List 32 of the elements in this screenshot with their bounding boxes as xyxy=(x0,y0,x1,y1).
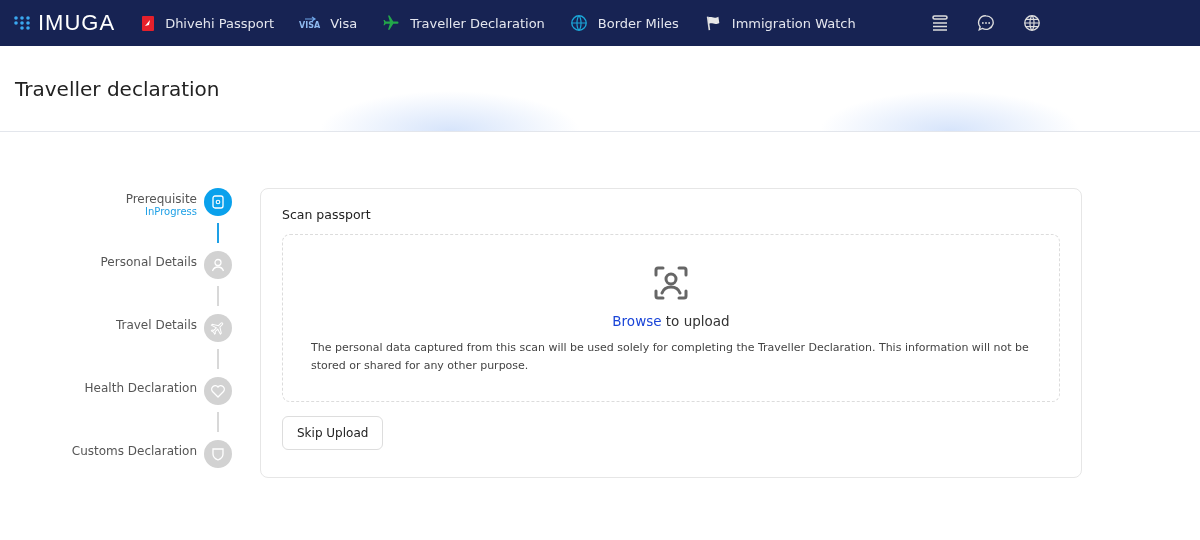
globe-icon xyxy=(569,14,588,32)
nav-link[interactable]: VISA Visa xyxy=(299,15,358,31)
step-circle[interactable] xyxy=(204,440,232,468)
step-label[interactable]: Health Declaration xyxy=(84,381,197,395)
chat-icon[interactable] xyxy=(977,14,995,32)
list-icon[interactable] xyxy=(931,14,949,32)
airplane-icon xyxy=(382,14,401,32)
upload-text: to upload xyxy=(665,313,730,329)
card-title: Scan passport xyxy=(282,207,372,222)
step-circle[interactable] xyxy=(204,188,232,216)
dots-logo-icon xyxy=(14,15,32,31)
step-label[interactable]: Prerequisite xyxy=(125,192,197,206)
step-status: InProgress xyxy=(145,206,197,217)
step-circle[interactable] xyxy=(204,314,232,342)
nav-link[interactable]: Immigration Watch xyxy=(703,14,856,32)
nav-link[interactable]: Border Miles xyxy=(569,14,679,32)
step-circle[interactable] xyxy=(204,377,232,405)
privacy-notice: The personal data captured from this scan will be used solely for completing the Traveller Declaration. This information will not be stored or shared for any other purpose. xyxy=(311,340,1030,374)
browse-link[interactable]: Browse xyxy=(612,313,662,329)
face-scan-icon xyxy=(653,265,689,301)
nav-link[interactable]: Traveller Declaration xyxy=(382,14,545,32)
nav-link[interactable]: Dhivehi Passport xyxy=(141,14,275,32)
step-label[interactable]: Personal Details xyxy=(100,255,197,269)
step-label[interactable]: Travel Details xyxy=(115,318,197,332)
skip-upload-button[interactable]: Skip Upload xyxy=(282,416,384,450)
page-title: Traveller declaration xyxy=(15,76,220,101)
passport-icon xyxy=(141,14,156,32)
step-circle[interactable] xyxy=(204,251,232,279)
upload-dropzone[interactable]: Browse to upload The personal data captured from this scan will be used solely for completing the Traveller Declaration. This information will not be stored or shared for any other purpose. xyxy=(282,234,1060,402)
globe-icon[interactable] xyxy=(1023,14,1041,32)
step-label[interactable]: Customs Declaration xyxy=(71,444,197,458)
brand-name[interactable]: IMUGA xyxy=(38,10,116,36)
